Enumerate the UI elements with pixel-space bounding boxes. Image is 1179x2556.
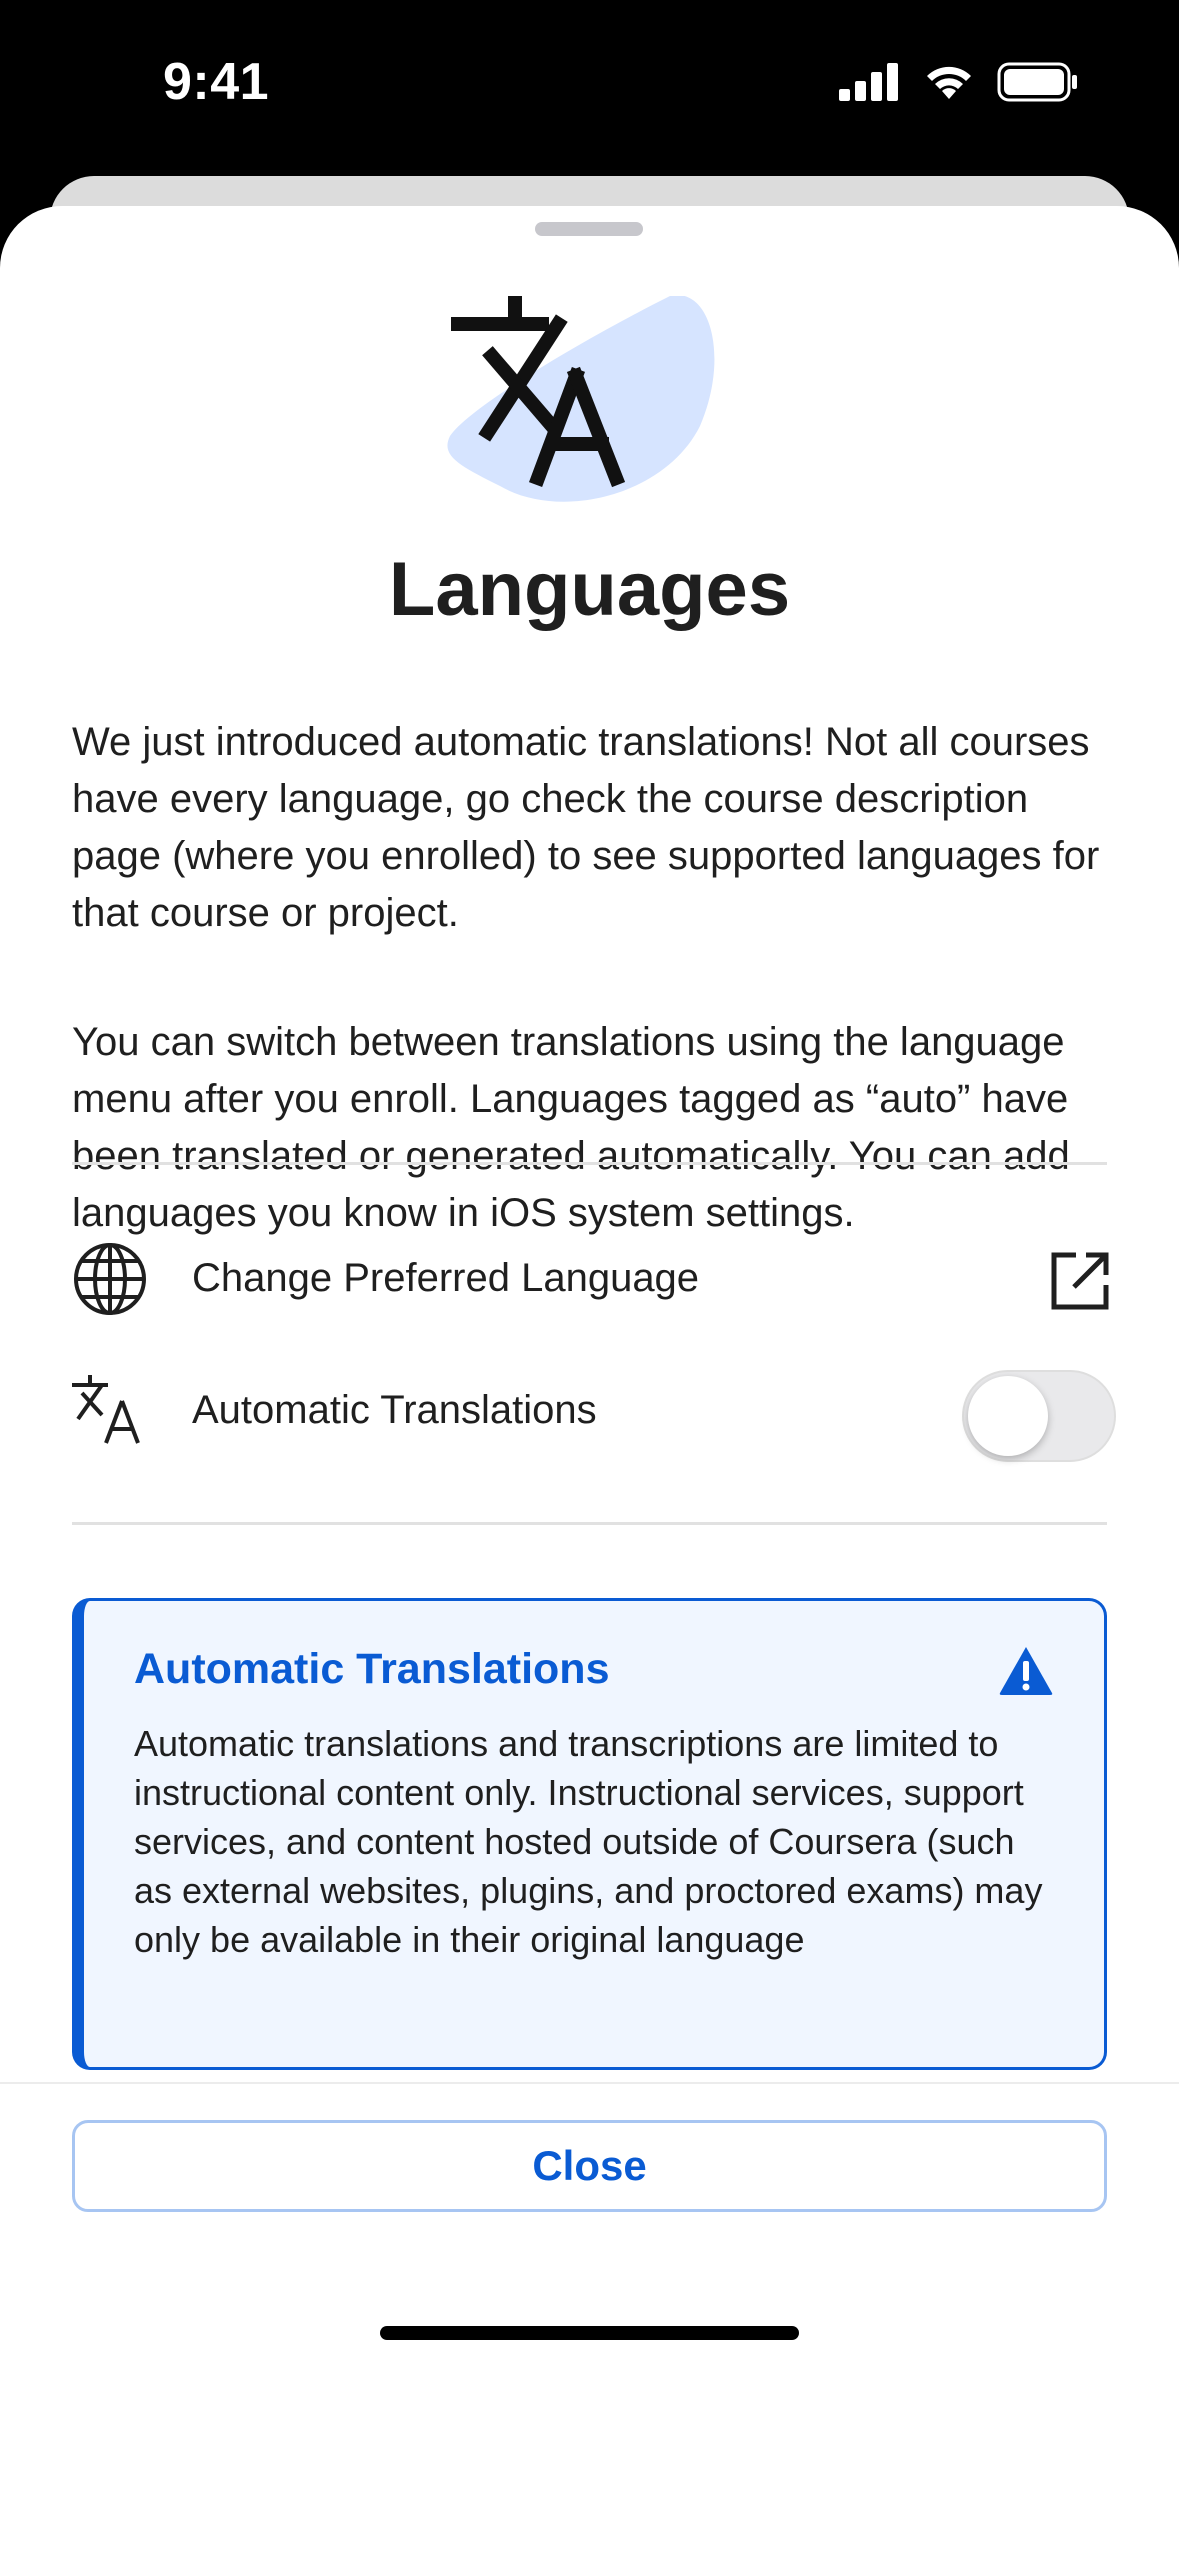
footer-divider <box>0 2082 1179 2084</box>
wifi-icon <box>927 66 971 99</box>
status-bar: 9:41 <box>0 0 1179 170</box>
notice-body: Automatic translations and transcription… <box>134 1723 1043 1960</box>
automatic-translations-row: Automatic Translations <box>72 1368 1116 1462</box>
warning-icon <box>999 1647 1053 1695</box>
translate-icon <box>72 1375 140 1444</box>
intro-paragraph-2: You can switch between translations usin… <box>72 1020 1070 1235</box>
status-icons <box>839 62 1079 102</box>
battery-icon <box>997 62 1077 102</box>
notice-title: Automatic Translations <box>134 1645 610 1693</box>
divider-bottom <box>72 1522 1107 1525</box>
toggle-knob <box>968 1376 1048 1456</box>
cellular-signal-icon <box>839 63 898 101</box>
change-preferred-language-row[interactable]: Change Preferred Language <box>72 1236 1112 1326</box>
intro-paragraph-1: We just introduced automatic translation… <box>72 720 1100 935</box>
translate-icon <box>447 296 715 502</box>
page-title: Languages <box>388 547 791 632</box>
close-button[interactable]: Close <box>72 2120 1107 2212</box>
sheet-grabber[interactable] <box>535 222 643 236</box>
divider-top <box>72 1162 1107 1165</box>
home-indicator <box>380 2326 799 2340</box>
automatic-translations-notice: Automatic Translations Automatic transla… <box>72 1598 1107 2070</box>
change-preferred-language-label: Change Preferred Language <box>192 1256 700 1300</box>
automatic-translations-label: Automatic Translations <box>192 1388 597 1432</box>
external-link-icon[interactable] <box>1048 1249 1112 1313</box>
globe-icon <box>74 1243 146 1315</box>
automatic-translations-toggle[interactable] <box>962 1370 1116 1462</box>
status-time: 9:41 <box>163 53 270 111</box>
